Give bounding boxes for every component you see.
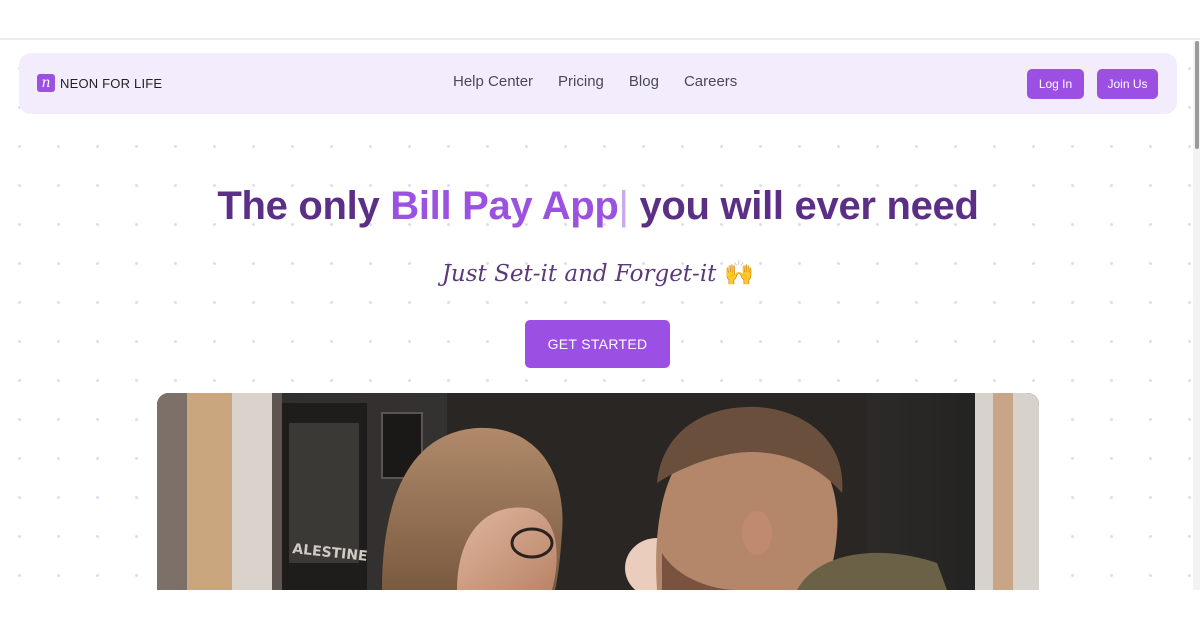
nav-link-pricing[interactable]: Pricing xyxy=(558,73,604,90)
browser-top-area xyxy=(0,0,1200,40)
nav-link-blog[interactable]: Blog xyxy=(629,73,659,90)
headline-text-post: you will ever need xyxy=(628,184,979,228)
subline-text: Just Set-it and Forget-it xyxy=(441,261,717,287)
brand[interactable]: n NEON FOR LIFE xyxy=(37,74,162,92)
nav-link-careers[interactable]: Careers xyxy=(684,73,737,90)
scrollbar-thumb[interactable] xyxy=(1195,41,1199,149)
headline-accent-text: Bill Pay App xyxy=(390,184,619,228)
navbar: n NEON FOR LIFE Help Center Pricing Blog… xyxy=(19,53,1177,114)
login-button[interactable]: Log In xyxy=(1027,69,1084,99)
brand-logo-icon: n xyxy=(37,74,55,92)
headline-text-pre: The only xyxy=(217,184,391,228)
nav-link-help-center[interactable]: Help Center xyxy=(453,73,533,90)
brand-name: NEON FOR LIFE xyxy=(60,75,163,91)
nav-links: Help Center Pricing Blog Careers xyxy=(453,73,737,90)
hero-photo: ALESTINE xyxy=(157,393,1039,590)
join-button[interactable]: Join Us xyxy=(1097,69,1158,99)
page-viewport: n NEON FOR LIFE Help Center Pricing Blog… xyxy=(0,41,1193,590)
typing-cursor: | xyxy=(618,184,629,228)
raising-hands-emoji-icon: 🙌 xyxy=(724,259,755,287)
hero-subline: Just Set-it and Forget-it 🙌 xyxy=(0,259,1193,287)
hero-photo-illustration: ALESTINE xyxy=(157,393,1039,590)
get-started-button[interactable]: GET STARTED xyxy=(525,320,670,368)
bottom-blank-area xyxy=(0,590,1200,628)
hero-headline: The only Bill Pay App| you will ever nee… xyxy=(0,184,1193,229)
